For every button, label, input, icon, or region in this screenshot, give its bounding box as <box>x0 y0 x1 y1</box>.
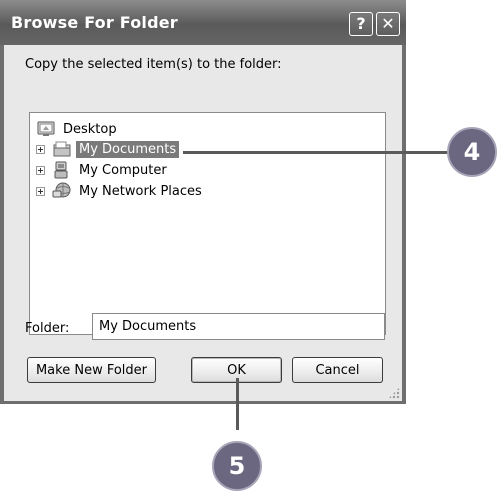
my-documents-icon <box>52 140 72 158</box>
tree-label-my-documents: My Documents <box>76 140 180 158</box>
desktop-icon <box>36 120 56 138</box>
my-computer-icon <box>52 161 72 179</box>
tree-item-desktop[interactable]: Desktop <box>36 119 120 139</box>
tree-item-my-computer[interactable]: My Computer <box>36 160 170 180</box>
resize-grip[interactable] <box>388 387 400 399</box>
tree-item-my-documents[interactable]: My Documents <box>36 139 180 159</box>
tree-label-my-computer: My Computer <box>79 162 167 178</box>
browse-for-folder-dialog: Browse For Folder ? ✕ Copy the selected … <box>0 0 406 404</box>
network-places-icon <box>52 182 72 200</box>
cancel-button[interactable]: Cancel <box>292 357 383 383</box>
tree-label-desktop: Desktop <box>63 121 117 137</box>
expand-icon[interactable] <box>36 144 45 154</box>
callout-step-4: 4 <box>447 127 497 177</box>
title-bar[interactable]: Browse For Folder ? ✕ <box>0 0 406 45</box>
tree-item-my-network-places[interactable]: My Network Places <box>36 181 205 201</box>
help-button[interactable]: ? <box>349 12 373 36</box>
expand-icon[interactable] <box>36 186 45 196</box>
folder-tree[interactable]: Desktop My Documents My Computer My Netw… <box>29 112 386 335</box>
callout-4-leader-line <box>183 151 448 154</box>
window-title: Browse For Folder <box>11 13 178 32</box>
folder-label: Folder: <box>25 321 70 336</box>
instruction-text: Copy the selected item(s) to the folder: <box>25 57 282 72</box>
tree-label-my-network-places: My Network Places <box>79 183 202 199</box>
callout-5-leader-line <box>236 378 239 430</box>
dialog-body: Copy the selected item(s) to the folder:… <box>4 45 402 401</box>
callout-step-5: 5 <box>212 441 262 491</box>
make-new-folder-button[interactable]: Make New Folder <box>27 357 156 383</box>
folder-name-input[interactable] <box>92 313 385 340</box>
expand-icon[interactable] <box>36 165 45 175</box>
close-button[interactable]: ✕ <box>376 12 400 36</box>
